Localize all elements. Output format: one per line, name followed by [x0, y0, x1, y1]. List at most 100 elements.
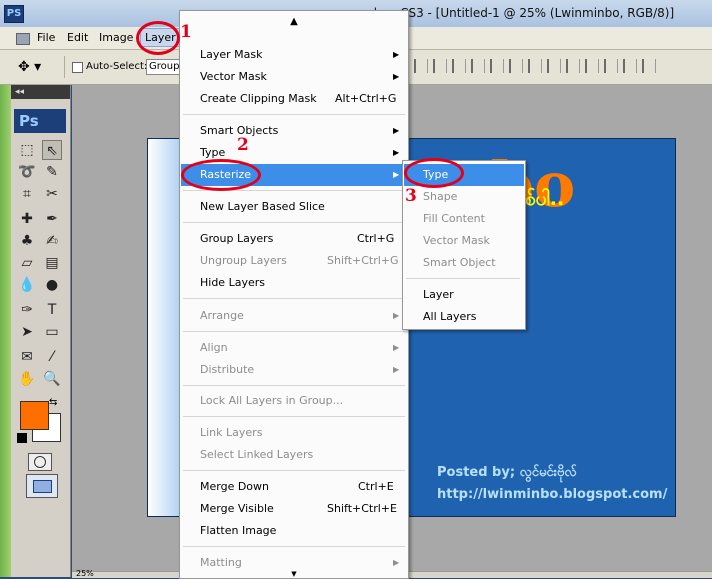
menu-separator [183, 298, 405, 299]
align-right-icon[interactable] [509, 59, 523, 73]
menu-item-select-linked-layers[interactable]: Select Linked Layers [181, 444, 407, 466]
swap-colors-icon[interactable]: ⇆ [49, 397, 57, 408]
annotation-step-2: 2 [237, 135, 249, 155]
notes-tool-icon[interactable]: ✉ [17, 347, 37, 367]
menu-item-layer-mask[interactable]: Layer Mask ▶ [181, 44, 407, 66]
options-divider [64, 56, 65, 78]
canvas-url: http://lwinminbo.blogspot.com/ [437, 487, 668, 502]
menu-item-lock-all-layers[interactable]: Lock All Layers in Group... [181, 390, 407, 412]
annotation-ring-layer [136, 21, 180, 55]
healing-brush-tool-icon[interactable]: ✚ [17, 209, 37, 229]
submenu-arrow-icon: ▶ [393, 148, 400, 157]
menu-image[interactable]: Image [99, 31, 133, 44]
menu-item-new-layer-based-slice[interactable]: New Layer Based Slice [181, 196, 407, 218]
foreground-color-swatch[interactable] [20, 401, 49, 430]
crop-tool-icon[interactable]: ⌗ [17, 184, 37, 204]
eyedropper-tool-icon[interactable]: ⁄ [42, 347, 62, 367]
menu-separator [183, 546, 405, 547]
submenu-arrow-icon: ▶ [393, 72, 400, 81]
clone-stamp-tool-icon[interactable]: ♣ [17, 231, 37, 251]
menu-item-link-layers[interactable]: Link Layers [181, 422, 407, 444]
distribute-hcenter-icon[interactable] [604, 59, 618, 73]
menu-scroll-up-arrow[interactable]: ▲ [181, 12, 407, 32]
slice-tool-icon[interactable]: ✂ [42, 184, 62, 204]
zoom-tool-icon[interactable]: 🔍 [42, 369, 62, 389]
menu-item-create-clipping-mask[interactable]: Create Clipping Mask Alt+Ctrl+G [181, 88, 407, 110]
menu-item-ungroup-layers[interactable]: Ungroup Layers Shift+Ctrl+G [181, 250, 407, 272]
layer-menu: ▲ Layer Mask ▶ Vector Mask ▶ Create Clip… [179, 10, 409, 579]
desktop-edge [0, 85, 11, 577]
screen-mode-button[interactable] [26, 474, 58, 498]
quick-mask-button[interactable] [28, 453, 52, 471]
document-control-icon[interactable] [16, 33, 30, 45]
move-tool-icon[interactable]: ⇖ [42, 140, 62, 160]
menu-item-smart-objects[interactable]: Smart Objects ▶ [181, 120, 407, 142]
history-brush-tool-icon[interactable]: ✍ [42, 231, 62, 251]
auto-align-icon[interactable] [642, 59, 656, 73]
menu-separator [406, 278, 520, 279]
submenu-item-vector-mask[interactable]: Vector Mask [404, 230, 524, 252]
submenu-item-smart-object[interactable]: Smart Object [404, 252, 524, 274]
submenu-item-layer[interactable]: Layer [404, 284, 524, 306]
pen-tool-icon[interactable]: ✑ [17, 300, 37, 320]
annotation-step-3: 3 [405, 186, 417, 206]
type-tool-icon[interactable]: T [42, 300, 62, 320]
submenu-item-shape[interactable]: Shape [404, 186, 524, 208]
menu-separator [183, 385, 405, 386]
menu-separator [183, 331, 405, 332]
distribute-top-icon[interactable] [528, 59, 542, 73]
canvas-posted-by: Posted by; လွင်မင်းဗိုလ် [437, 465, 577, 480]
align-bottom-icon[interactable] [452, 59, 466, 73]
menu-item-arrange[interactable]: Arrange ▶ [181, 305, 407, 327]
submenu-arrow-icon: ▶ [393, 365, 400, 374]
blur-tool-icon[interactable]: 💧 [17, 275, 37, 295]
menu-separator [183, 114, 405, 115]
annotation-ring-type [404, 158, 464, 188]
submenu-arrow-icon: ▶ [393, 311, 400, 320]
align-hcenter-icon[interactable] [490, 59, 504, 73]
submenu-arrow-icon: ▶ [393, 170, 400, 179]
default-colors-icon[interactable] [17, 433, 27, 443]
toolbox-collapse-button[interactable]: ◂◂ [11, 85, 70, 99]
menu-item-merge-visible[interactable]: Merge Visible Shift+Ctrl+E [181, 498, 407, 520]
align-top-icon[interactable] [414, 59, 428, 73]
auto-select-checkbox[interactable] [72, 62, 83, 73]
photoshop-logo[interactable]: Ps [14, 109, 66, 133]
distribute-bottom-icon[interactable] [566, 59, 580, 73]
toolbox: ◂◂ Ps ⬚ ⇖ ➰ ✎ ⌗ ✂ ✚ ✒ ♣ ✍ ▱ ▤ 💧 ● ✑ T ➤ … [11, 85, 71, 577]
align-left-icon[interactable] [471, 59, 485, 73]
menu-item-merge-down[interactable]: Merge Down Ctrl+E [181, 476, 407, 498]
menu-separator [183, 470, 405, 471]
quick-selection-tool-icon[interactable]: ✎ [42, 162, 62, 182]
distribute-right-icon[interactable] [623, 59, 637, 73]
menu-separator [183, 222, 405, 223]
submenu-arrow-icon: ▶ [393, 50, 400, 59]
distribute-left-icon[interactable] [585, 59, 599, 73]
menu-item-align[interactable]: Align ▶ [181, 337, 407, 359]
gradient-tool-icon[interactable]: ▤ [42, 253, 62, 273]
menu-item-flatten-image[interactable]: Flatten Image [181, 520, 407, 542]
hand-tool-icon[interactable]: ✋ [17, 369, 37, 389]
menu-edit[interactable]: Edit [67, 31, 88, 44]
submenu-arrow-icon: ▶ [393, 343, 400, 352]
brush-tool-icon[interactable]: ✒ [42, 209, 62, 229]
submenu-item-fill-content[interactable]: Fill Content [404, 208, 524, 230]
menu-file[interactable]: File [37, 31, 55, 44]
auto-select-label: Auto-Select: [86, 61, 148, 72]
photoshop-app-icon[interactable]: PS [4, 5, 24, 23]
marquee-tool-icon[interactable]: ⬚ [17, 140, 37, 160]
distribute-vcenter-icon[interactable] [547, 59, 561, 73]
rectangle-tool-icon[interactable]: ▭ [42, 322, 62, 342]
menu-item-hide-layers[interactable]: Hide Layers [181, 272, 407, 294]
submenu-item-all-layers[interactable]: All Layers [404, 306, 524, 328]
menu-item-distribute[interactable]: Distribute ▶ [181, 359, 407, 381]
align-vcenter-icon[interactable] [433, 59, 447, 73]
lasso-tool-icon[interactable]: ➰ [17, 162, 37, 182]
menu-item-group-layers[interactable]: Group Layers Ctrl+G [181, 228, 407, 250]
move-tool-preset-icon[interactable]: ✥ ▾ [18, 59, 48, 75]
dodge-tool-icon[interactable]: ● [42, 275, 62, 295]
menu-item-vector-mask[interactable]: Vector Mask ▶ [181, 66, 407, 88]
align-distribute-icons[interactable] [414, 59, 706, 75]
path-selection-tool-icon[interactable]: ➤ [17, 322, 37, 342]
eraser-tool-icon[interactable]: ▱ [17, 253, 37, 273]
